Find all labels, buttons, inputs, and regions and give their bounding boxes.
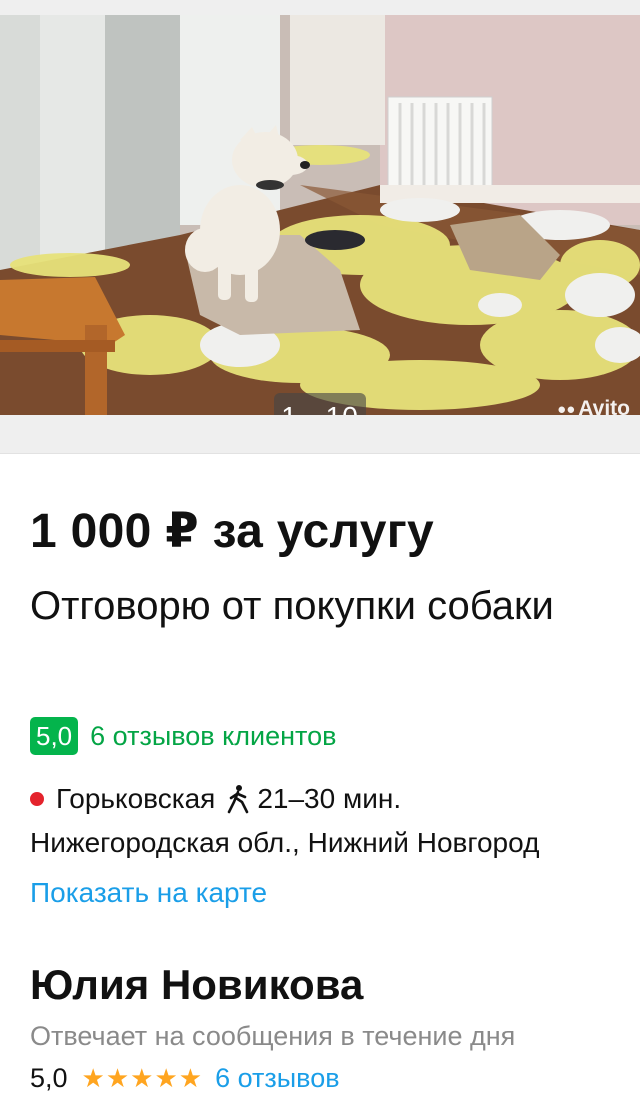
walking-person-icon [228,785,249,814]
address: Нижегородская обл., Нижний Новгород [30,827,540,858]
metro-row: Горьковская 21–30 мин. [30,783,401,815]
watermark-text: Avito [578,397,630,415]
photo-gallery[interactable]: 1 - 10 ●● Avito [0,15,640,415]
seller-reviews-link[interactable]: 6 отзывов [215,1063,340,1094]
metro-line-icon [30,792,44,806]
reviews-link[interactable]: 6 отзывов клиентов [90,721,336,752]
photo-counter: 1 - 10 [274,393,366,415]
star-icons: ★★★★★ [81,1063,204,1093]
seller-response-time: Отвечает на сообщения в течение дня [30,1021,516,1051]
section-divider [0,415,640,454]
listing-price: 1 000 ₽ за услугу [30,505,434,558]
seller-rating-row[interactable]: 5,0 ★★★★★ 6 отзывов [30,1063,340,1094]
top-strip [0,0,640,15]
walk-time: 21–30 мин. [257,783,402,814]
avito-watermark: ●● Avito [557,397,630,415]
listing-photo [0,15,640,415]
rating-row[interactable]: 5,0 6 отзывов клиентов [30,717,336,755]
show-on-map-link[interactable]: Показать на карте [30,877,267,909]
seller-name[interactable]: Юлия Новикова [30,961,363,1009]
metro-station: Горьковская [56,783,216,814]
seller-rating-value: 5,0 [30,1063,68,1093]
listing-title: Отговорю от покупки собаки [30,584,554,628]
avito-logo-icon: ●● [557,400,576,416]
rating-badge: 5,0 [30,717,79,755]
